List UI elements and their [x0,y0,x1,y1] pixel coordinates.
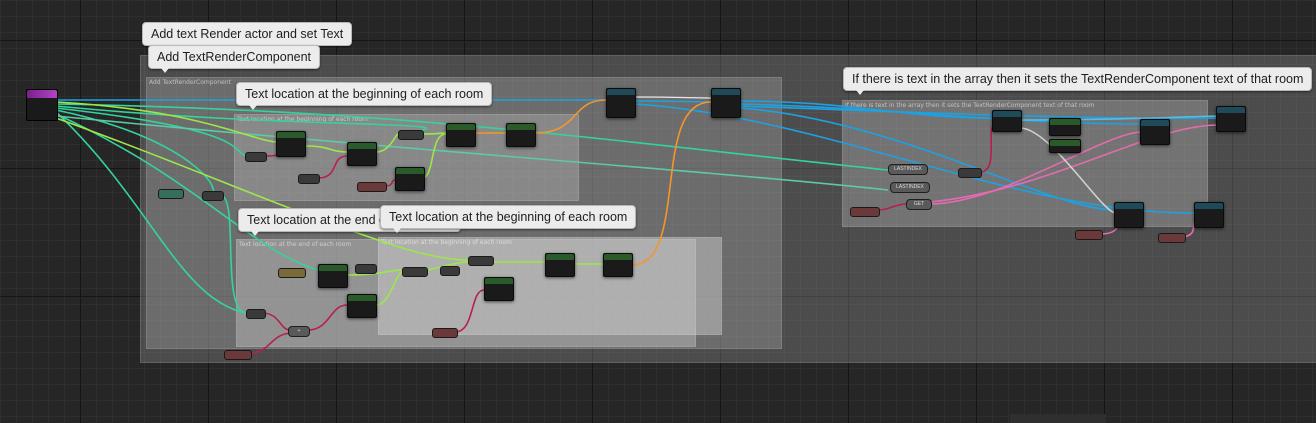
comment-bubble-bottom-mid[interactable]: Text location at the beginning of each r… [380,205,637,233]
wire-struct [305,145,348,153]
pure-node[interactable] [278,268,306,278]
wire-int [877,203,907,211]
function-node[interactable] [545,253,575,277]
function-node[interactable] [1216,106,1246,132]
pure-node[interactable] [245,152,267,162]
function-node[interactable] [1049,118,1081,136]
pure-node[interactable] [468,256,494,266]
lastindex-node[interactable]: LASTINDEX [888,164,928,175]
pure-node[interactable] [402,267,428,277]
wire-exec [633,96,713,99]
pure-node[interactable] [355,264,377,274]
event-node[interactable] [26,89,58,121]
pure-node[interactable] [440,266,460,276]
pure-node[interactable] [246,309,266,319]
wire-struct [375,133,399,153]
wire-struct [375,271,403,306]
wire-text [929,124,1219,203]
pure-node[interactable] [298,174,320,184]
function-node[interactable] [606,88,636,118]
comment-bubble-add-component[interactable]: Add TextRenderComponent [148,45,321,73]
array-get-node[interactable]: GET [906,199,932,210]
wire-object [633,100,713,103]
add-node[interactable]: + [288,326,310,337]
wire-int [317,155,348,179]
wire-int [307,304,348,331]
function-node[interactable] [395,167,425,191]
wire-object [739,105,1219,120]
pure-node[interactable] [202,191,224,201]
pure-node[interactable] [432,328,458,338]
function-node[interactable] [1114,202,1144,228]
function-node[interactable] [1194,202,1224,228]
function-node[interactable] [711,88,741,118]
pure-node[interactable] [158,189,184,199]
wire-struct [55,101,277,143]
comment-bubble-right[interactable]: If there is text in the array then it se… [843,67,1313,95]
function-node[interactable] [347,142,377,166]
wire-teal [55,111,247,314]
pure-node[interactable] [1158,233,1186,243]
pure-node[interactable] [398,130,424,140]
pure-node[interactable] [357,182,387,192]
wire-transform [631,101,713,266]
wire-struct [377,239,469,261]
wire-int [249,332,291,354]
comment-bubble-top[interactable]: Text location at the beginning of each r… [236,82,493,110]
function-node[interactable] [276,131,306,157]
function-node[interactable] [603,253,633,277]
wire-transform [534,99,607,134]
wire-struct [422,133,447,179]
function-node[interactable] [506,123,536,147]
function-node[interactable] [992,110,1022,132]
wire-int [454,289,485,333]
offscreen-label [1010,414,1106,423]
function-node[interactable] [1049,139,1081,153]
pure-node[interactable] [224,350,252,360]
function-node[interactable] [318,264,348,288]
wire-int [979,124,996,173]
pure-node[interactable] [958,168,982,178]
pure-node[interactable] [850,207,880,217]
function-node[interactable] [484,277,514,301]
function-node[interactable] [446,123,476,147]
pure-node[interactable] [1075,230,1103,240]
wire-object [633,103,1197,214]
lastindex-node[interactable]: LASTINDEX [890,182,930,193]
wire-int [261,312,291,331]
function-node[interactable] [347,294,377,318]
function-node[interactable] [1140,119,1170,145]
comment-bubble-outer[interactable]: Add text Render actor and set Text [142,22,353,50]
